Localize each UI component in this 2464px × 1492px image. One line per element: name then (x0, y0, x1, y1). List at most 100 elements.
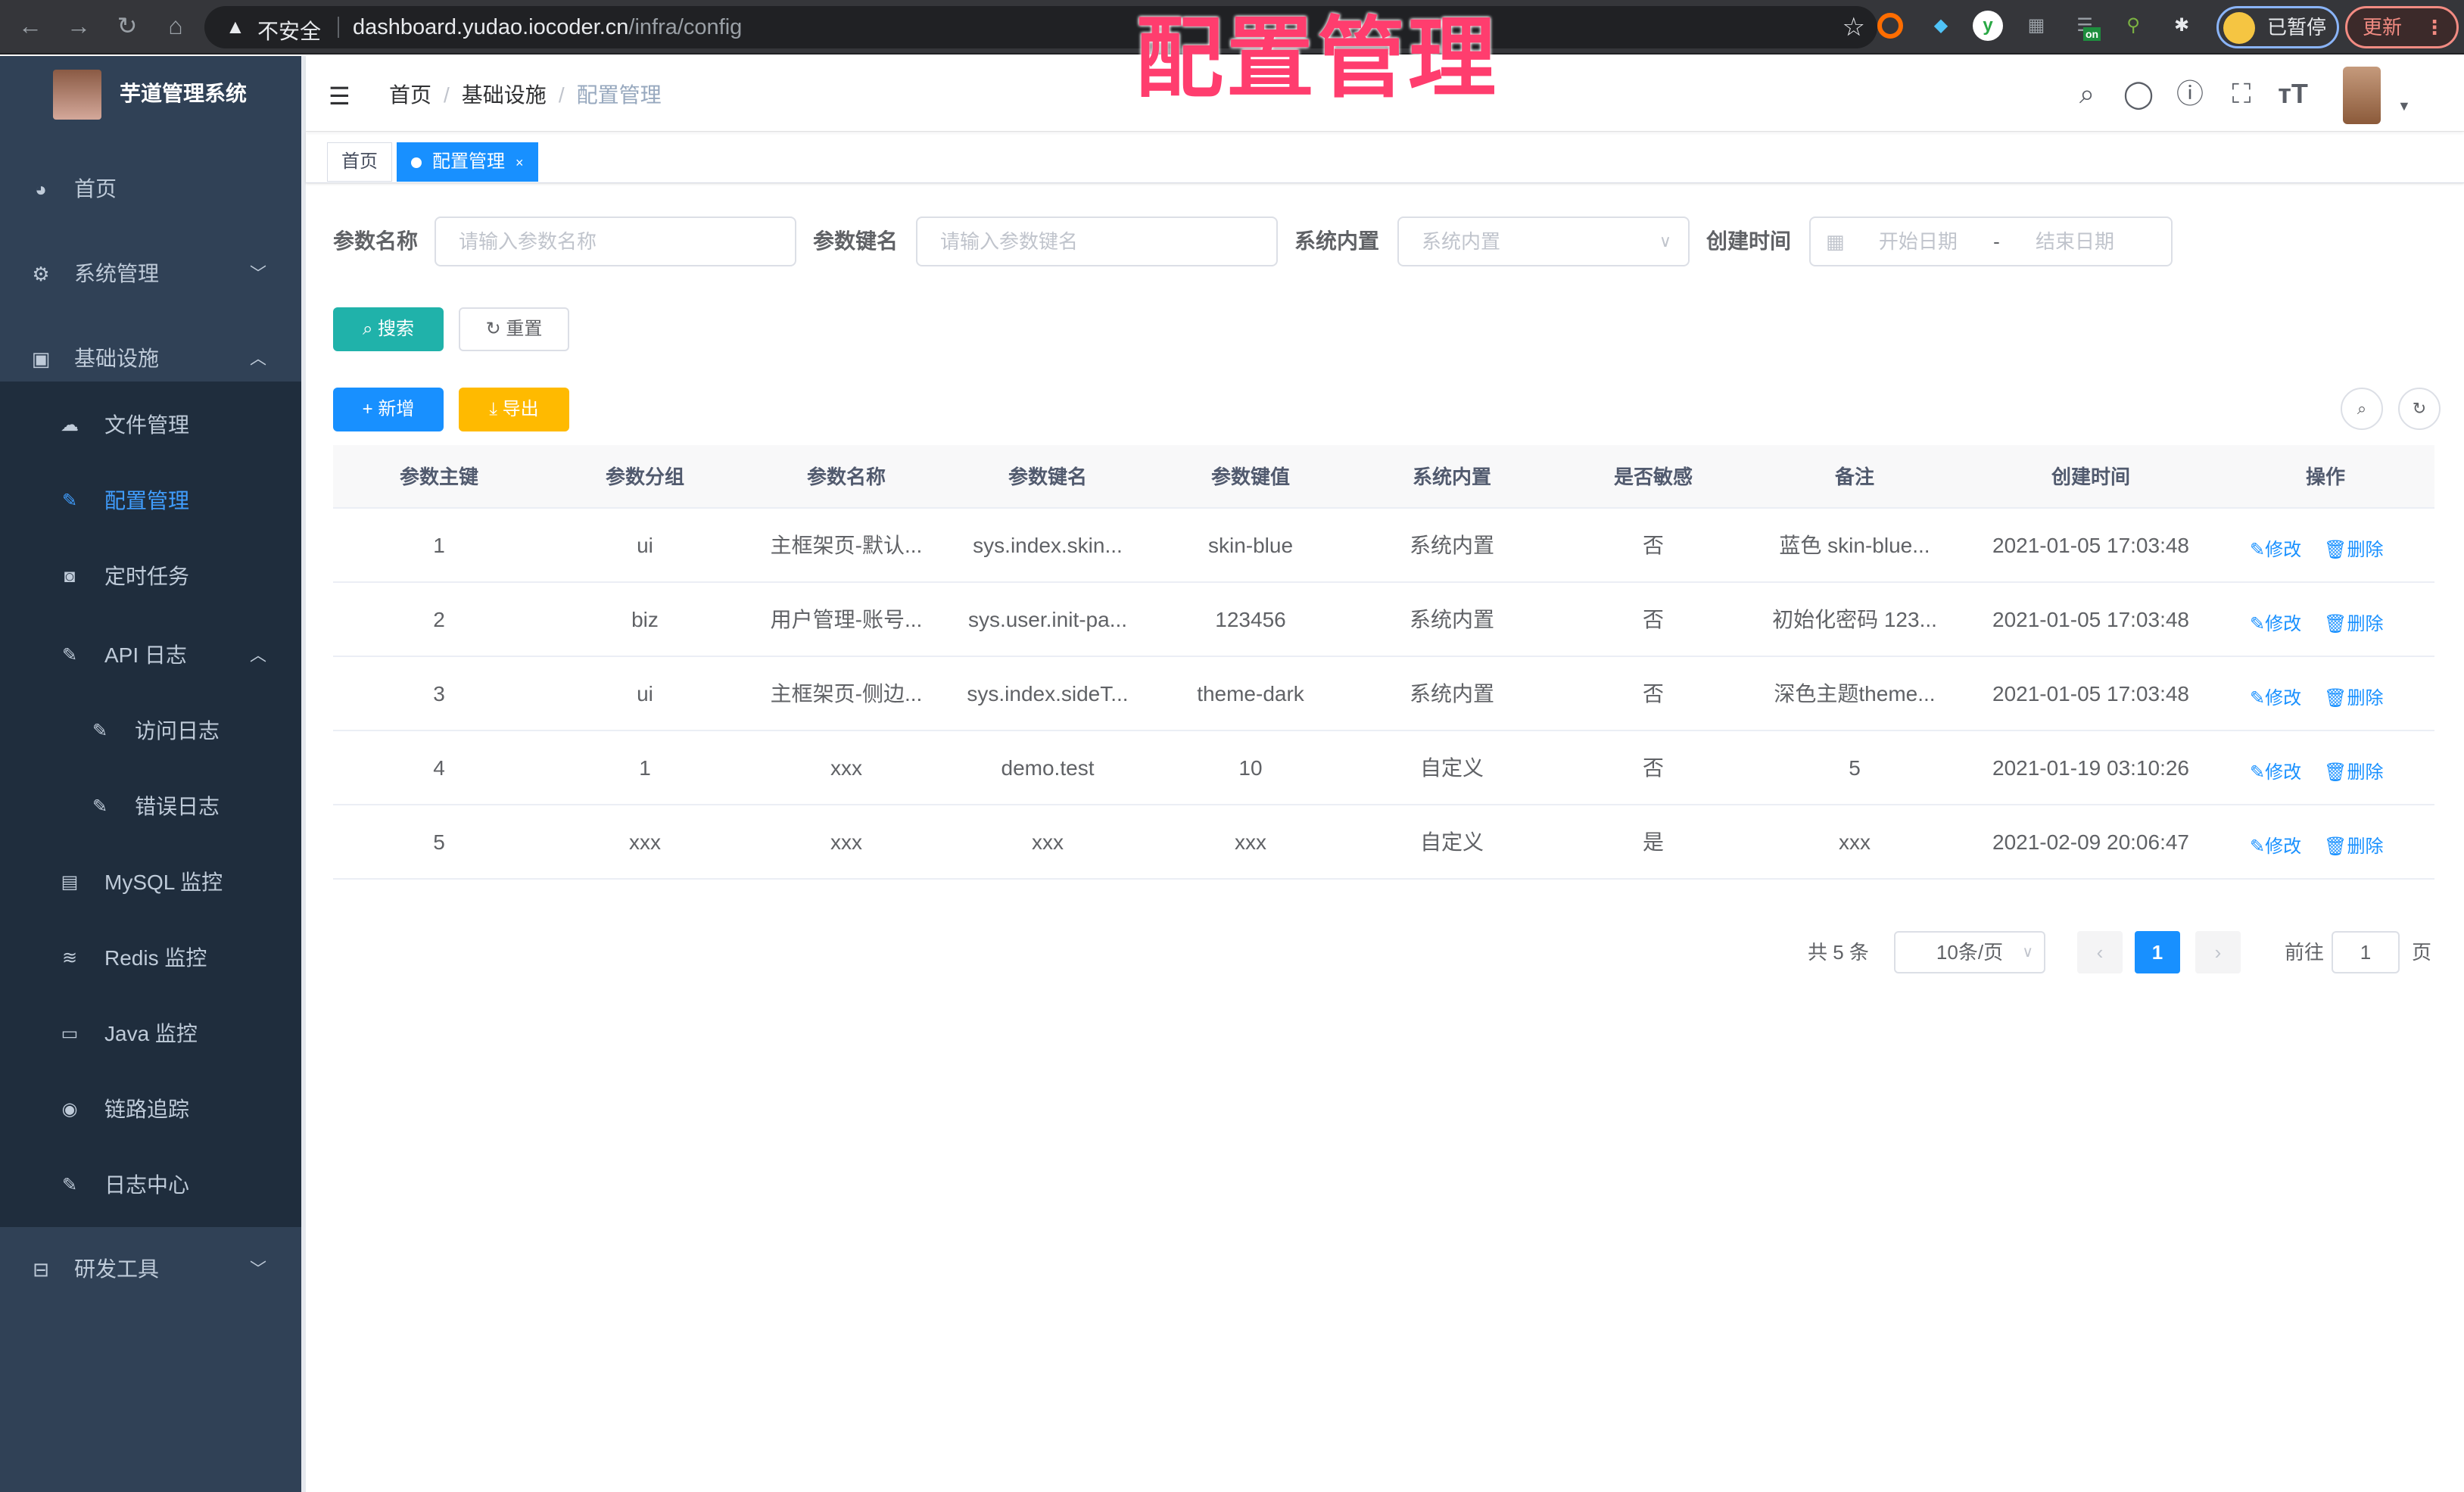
delete-button[interactable]: 🗑删除 (2324, 831, 2383, 858)
trash-icon: 🗑 (2324, 540, 2347, 560)
sidebar-item-trace[interactable]: ◉ 链路追踪 (0, 1072, 301, 1148)
sidebar-item-log-center[interactable]: ✎ 日志中心 (0, 1148, 301, 1223)
user-avatar[interactable] (2343, 67, 2381, 124)
forward-icon[interactable]: → (64, 11, 94, 41)
column-header: 参数名称 (806, 466, 886, 488)
extension-ring-icon[interactable] (1877, 13, 1903, 39)
refresh-icon: ↻ (2412, 399, 2427, 418)
page-size-select[interactable]: 10条/页 ∨ (1894, 931, 2045, 973)
sidebar-item-devtools[interactable]: ⊟ 研发工具 ﹀ (0, 1227, 301, 1312)
right-menu: ⌕ ◯ ⓘ ⛶ тT ▼ (2040, 56, 2434, 132)
edit-button[interactable]: ✎修改 (2250, 534, 2301, 561)
sidebar-item-api-log[interactable]: ✎ API 日志 ︿ (0, 618, 301, 693)
table-cell: sys.index.sideT... (967, 682, 1129, 706)
sidebar-item-mysql[interactable]: ▤ MySQL 监控 (0, 845, 301, 920)
param-type-select[interactable]: 系统内置 ∨ (1397, 216, 1690, 266)
table-cell: 5 (433, 830, 445, 854)
update-button[interactable]: 更新 ⋮ (2345, 6, 2459, 48)
search-button[interactable]: ⌕ 搜索 (333, 307, 444, 351)
extensions-puzzle-icon[interactable]: ✱ (2167, 11, 2197, 41)
fullscreen-icon[interactable]: ⛶ (2225, 77, 2258, 111)
reset-button[interactable]: ↻ 重置 (459, 307, 569, 351)
reset-button-label: 重置 (506, 319, 543, 339)
pagination-total: 共 5 条 (1808, 941, 1869, 964)
table-cell: 5 (1849, 756, 1861, 780)
extension-pin-icon[interactable]: ◆ (1926, 11, 1956, 41)
github-icon[interactable]: ◯ (2122, 77, 2155, 111)
sidebar-item-java[interactable]: ▭ Java 监控 (0, 996, 301, 1072)
gear-icon: ⚙ (32, 263, 50, 285)
profile-paused-button[interactable]: 已暂停 (2216, 6, 2339, 48)
param-key-input[interactable]: 请输入参数键名 (916, 216, 1278, 266)
font-size-icon[interactable]: тT (2276, 77, 2310, 111)
sidebar-item-label: MySQL 监控 (104, 871, 223, 894)
sidebar-item-redis[interactable]: ≋ Redis 监控 (0, 920, 301, 996)
hamburger-icon[interactable]: ☰ (329, 82, 350, 111)
breadcrumb-infra[interactable]: 基础设施 (462, 83, 547, 107)
tag-home[interactable]: 首页 (327, 142, 392, 182)
reload-icon[interactable]: ↻ (112, 11, 142, 41)
address-bar[interactable]: ▲ 不安全 dashboard.yudao.iocoder.cn/infra/c… (204, 6, 1877, 48)
edit-button[interactable]: ✎修改 (2250, 609, 2301, 635)
log-icon: ✎ (61, 1175, 78, 1195)
breadcrumb-home[interactable]: 首页 (389, 83, 431, 107)
table-cell: 是 (1642, 830, 1664, 854)
home-icon[interactable]: ⌂ (160, 11, 191, 41)
search-icon[interactable]: ⌕ (2070, 77, 2104, 111)
sidebar-item-system[interactable]: ⚙ 系统管理 ﹀ (0, 232, 301, 316)
page-1-button[interactable]: 1 (2135, 931, 2180, 973)
sidebar-item-label: 定时任务 (104, 565, 190, 588)
edit-icon: ✎ (61, 491, 78, 511)
prev-page-button[interactable]: ‹ (2077, 931, 2123, 973)
sidebar-item-label: 系统管理 (74, 262, 160, 285)
refresh-button[interactable]: ↻ (2398, 388, 2441, 430)
table-cell: 自定义 (1419, 756, 1484, 780)
edit-label: 修改 (2265, 836, 2302, 857)
sidebar-item-access-log[interactable]: ✎ 访问日志 (0, 693, 301, 769)
table-cell: xxx (830, 830, 862, 854)
export-button[interactable]: ⤓ 导出 (459, 388, 569, 431)
extension-magnifier-icon[interactable]: ⚲ (2118, 11, 2148, 41)
close-icon[interactable]: × (516, 155, 524, 170)
table-cell: 主框架页-默认... (770, 534, 923, 557)
help-icon[interactable]: ⓘ (2173, 77, 2207, 111)
bookmark-star-icon[interactable]: ☆ (1843, 12, 1865, 42)
edit-button[interactable]: ✎修改 (2250, 831, 2301, 858)
sidebar-item-home[interactable]: ◕ 首页 (0, 147, 301, 232)
sidebar-item-config[interactable]: ✎ 配置管理 (0, 463, 301, 539)
delete-button[interactable]: 🗑删除 (2324, 683, 2383, 709)
delete-button[interactable]: 🗑删除 (2324, 534, 2383, 561)
toggle-search-button[interactable]: ⌕ (2341, 388, 2383, 430)
caret-down-icon[interactable]: ▼ (2397, 98, 2411, 114)
add-button[interactable]: + 新增 (333, 388, 444, 431)
url-text[interactable]: dashboard.yudao.iocoder.cn/infra/config (353, 15, 742, 40)
table-cell: 2021-01-19 03:10:26 (1992, 756, 2189, 780)
chevron-down-icon: ∨ (1659, 232, 1671, 251)
sidebar-item-job[interactable]: ◙ 定时任务 (0, 539, 301, 615)
sidebar-item-error-log[interactable]: ✎ 错误日志 (0, 769, 301, 845)
extension-list-icon[interactable]: ☰ on (2070, 11, 2101, 41)
tag-config[interactable]: 配置管理 × (397, 142, 538, 182)
next-page-button[interactable]: › (2195, 931, 2241, 973)
dashboard-icon: ◕ (35, 178, 47, 201)
edit-button[interactable]: ✎修改 (2250, 757, 2301, 783)
redis-icon: ≋ (61, 948, 78, 968)
date-range-picker[interactable]: ▦ 开始日期 - 结束日期 (1809, 216, 2173, 266)
extension-y-icon[interactable]: y (1973, 11, 2003, 41)
security-label: 不安全 (257, 20, 322, 43)
add-button-label: 新增 (378, 399, 415, 419)
extension-grid-icon[interactable]: ▦ (2021, 11, 2051, 41)
table-cell: 2021-01-05 17:03:48 (1992, 534, 2189, 557)
delete-label: 删除 (2347, 688, 2384, 709)
param-name-input[interactable]: 请输入参数名称 (435, 216, 796, 266)
sidebar-item-label: Java 监控 (104, 1022, 198, 1045)
edit-button[interactable]: ✎修改 (2250, 683, 2301, 709)
back-icon[interactable]: ← (15, 11, 45, 41)
sidebar-item-label: 访问日志 (135, 719, 220, 743)
sidebar-item-file[interactable]: ☁ 文件管理 (0, 388, 301, 463)
delete-button[interactable]: 🗑删除 (2324, 609, 2383, 635)
trash-icon: 🗑 (2324, 688, 2347, 709)
delete-button[interactable]: 🗑删除 (2324, 757, 2383, 783)
goto-page-input[interactable]: 1 (2332, 931, 2400, 973)
edit-icon: ✎ (2250, 688, 2266, 709)
